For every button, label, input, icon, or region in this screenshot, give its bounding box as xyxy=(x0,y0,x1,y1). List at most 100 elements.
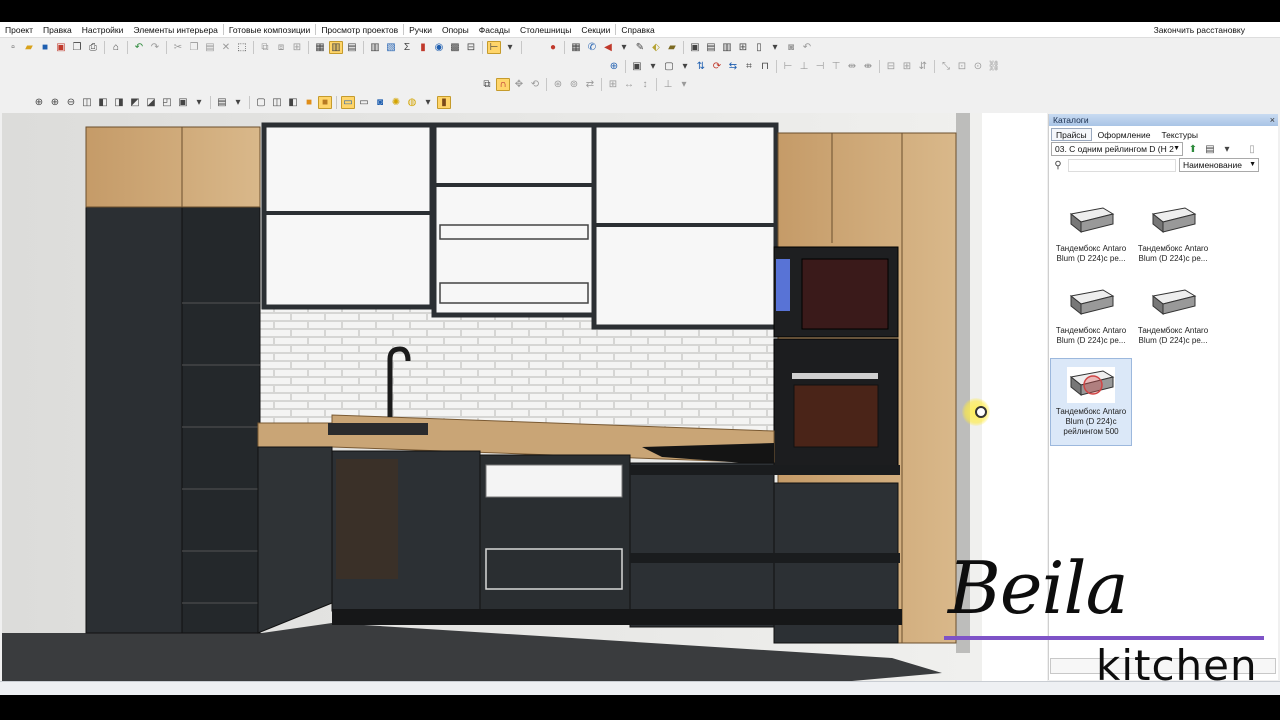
spacing-icon[interactable]: ⇼ xyxy=(861,60,875,73)
cabinet-icon[interactable]: ▣ xyxy=(688,41,702,54)
catalog-icon[interactable]: ▥ xyxy=(329,41,343,54)
camera-view-icon[interactable]: ◙ xyxy=(373,96,387,109)
render-mode-icon[interactable]: ▤ xyxy=(215,96,229,109)
spec-icon[interactable]: ▤ xyxy=(345,41,359,54)
chain-icon[interactable]: ⛓ xyxy=(987,60,1001,73)
bulb-icon[interactable]: ◍ xyxy=(405,96,419,109)
mirror-icon[interactable]: ⇆ xyxy=(726,60,740,73)
menu-handles[interactable]: Ручки xyxy=(404,22,437,38)
camera-icon[interactable]: ◙ xyxy=(784,41,798,54)
window-icon[interactable]: ⊞ xyxy=(736,41,750,54)
brush-icon[interactable]: ✎ xyxy=(633,41,647,54)
catalog-menu-icon[interactable]: ▤ xyxy=(1203,143,1217,156)
base-cabinet-right[interactable] xyxy=(629,462,775,628)
copy-icon[interactable]: ❐ xyxy=(70,41,84,54)
menu-ready-compositions[interactable]: Готовые композиции xyxy=(224,22,315,38)
perspective-icon[interactable]: ▭ xyxy=(341,96,355,109)
menu-interior-elements[interactable]: Элементы интерьера xyxy=(128,22,222,38)
move-icon[interactable]: ⇅ xyxy=(694,60,708,73)
select-icon[interactable]: ⬚ xyxy=(235,41,249,54)
view-right-icon[interactable]: ◩ xyxy=(128,96,142,109)
catalog-category-select[interactable]: 03. С одним рейлингом D (H 2 ▼ xyxy=(1051,142,1183,156)
rotate-free-icon[interactable]: ⟲ xyxy=(528,78,542,91)
open-folder-icon[interactable]: ▰ xyxy=(22,41,36,54)
cut-icon[interactable]: ✂ xyxy=(171,41,185,54)
catalog-item[interactable]: Тандембокс Antaro Blum (D 224)c ре... xyxy=(1050,278,1132,366)
pin-icon[interactable]: ⊙ xyxy=(971,60,985,73)
realistic-view-icon[interactable]: ■ xyxy=(318,96,332,109)
save-as-icon[interactable]: ▣ xyxy=(54,41,68,54)
zoom-window-icon[interactable]: ⊕ xyxy=(32,96,46,109)
upload-icon[interactable]: ⬆ xyxy=(1186,143,1200,156)
texture-icon[interactable]: ▰ xyxy=(665,41,679,54)
shaded-icon[interactable]: ◧ xyxy=(286,96,300,109)
paste-icon[interactable]: ▤ xyxy=(203,41,217,54)
door-icon[interactable]: ▯ xyxy=(752,41,766,54)
align-top-icon[interactable]: ⊤ xyxy=(829,60,843,73)
eraser-icon[interactable]: ⬖ xyxy=(649,41,663,54)
align-icon[interactable]: ⊞ xyxy=(290,41,304,54)
catalog-item[interactable]: Тандембокс Antaro Blum (D 224)c ре... xyxy=(1132,278,1214,366)
catalog-item[interactable]: Тандембокс Antaro Blum (D 224)c ре... xyxy=(1132,196,1214,284)
dropdown-icon[interactable]: ▾ xyxy=(646,60,660,73)
document-icon[interactable]: ▯ xyxy=(1245,143,1259,156)
ungroup-icon[interactable]: ⧈ xyxy=(274,41,288,54)
grid-icon[interactable]: ▦ xyxy=(569,41,583,54)
tab-prices[interactable]: Прайсы xyxy=(1051,128,1092,141)
sink[interactable] xyxy=(328,423,428,435)
dropdown-icon[interactable]: ▾ xyxy=(503,41,517,54)
table-icon[interactable]: ▥ xyxy=(368,41,382,54)
flip-icon[interactable]: ⇄ xyxy=(583,78,597,91)
level-icon[interactable]: ⊟ xyxy=(884,60,898,73)
align-right-icon[interactable]: ⊣ xyxy=(813,60,827,73)
move-arrows-icon[interactable]: ✥ xyxy=(512,78,526,91)
close-icon[interactable]: × xyxy=(1270,114,1275,126)
menu-supports[interactable]: Опоры xyxy=(437,22,474,38)
back-icon[interactable]: ↶ xyxy=(800,41,814,54)
size-icon[interactable]: ⊢ xyxy=(487,41,501,54)
base-cabinet-corner[interactable] xyxy=(257,446,333,634)
3d-viewport[interactable] xyxy=(2,113,1047,681)
view-top-icon[interactable]: ◪ xyxy=(144,96,158,109)
menu-help[interactable]: Справка xyxy=(616,22,659,38)
catalog-search-input[interactable] xyxy=(1068,158,1176,172)
menu-facades[interactable]: Фасады xyxy=(474,22,515,38)
align-center-icon[interactable]: ⊥ xyxy=(797,60,811,73)
catalog-item[interactable]: Тандембокс Antaro Blum (D 224)c ре... xyxy=(1050,196,1132,284)
dropdown-icon[interactable]: ▾ xyxy=(678,60,692,73)
magnet-icon[interactable]: ∩ xyxy=(496,78,510,91)
calculator-icon[interactable]: ▩ xyxy=(448,41,462,54)
catalog-item-selected[interactable]: Тандембокс Antaro Blum (D 224)с рейлинго… xyxy=(1050,358,1132,446)
report-icon[interactable]: ▦ xyxy=(313,41,327,54)
menu-sections[interactable]: Секции xyxy=(576,22,615,38)
insert-icon[interactable]: ⊕ xyxy=(607,60,621,73)
menu-edit[interactable]: Правка xyxy=(38,22,77,38)
undo-icon[interactable]: ↶ xyxy=(132,41,146,54)
zoom-in-icon[interactable]: ⊕ xyxy=(48,96,62,109)
copy-object-icon[interactable]: ❐ xyxy=(187,41,201,54)
dropdown-icon[interactable]: ▾ xyxy=(192,96,206,109)
floor-icon[interactable]: ▥ xyxy=(720,41,734,54)
hidden-line-icon[interactable]: ◫ xyxy=(270,96,284,109)
view-front-icon[interactable]: ◫ xyxy=(80,96,94,109)
snap-icon[interactable]: ⌗ xyxy=(742,60,756,73)
group-select-icon[interactable]: ⧉ xyxy=(480,78,494,91)
elevation-icon[interactable]: ⊥ xyxy=(661,78,675,91)
array-icon[interactable]: ⊞ xyxy=(606,78,620,91)
upper-wood-cabinet-left[interactable] xyxy=(85,126,261,208)
menu-countertops[interactable]: Столешницы xyxy=(515,22,576,38)
wireframe-icon[interactable]: ▢ xyxy=(254,96,268,109)
dropdown-icon[interactable]: ▾ xyxy=(768,41,782,54)
texture-view-icon[interactable]: ■ xyxy=(302,96,316,109)
panel-icon[interactable]: ▣ xyxy=(630,60,644,73)
tab-textures[interactable]: Текстуры xyxy=(1156,128,1203,141)
vertical-distance-icon[interactable]: ↕ xyxy=(638,78,652,91)
upper-frame-1[interactable] xyxy=(261,122,435,310)
view-back-icon[interactable]: ◧ xyxy=(96,96,110,109)
book-icon[interactable]: ▮ xyxy=(416,41,430,54)
rotate-icon[interactable]: ⟳ xyxy=(710,60,724,73)
render-photo-icon[interactable]: ▮ xyxy=(437,96,451,109)
join-icon[interactable]: ⊓ xyxy=(758,60,772,73)
resize-icon[interactable]: ⤡ xyxy=(939,60,953,73)
wall-icon[interactable]: ▤ xyxy=(704,41,718,54)
